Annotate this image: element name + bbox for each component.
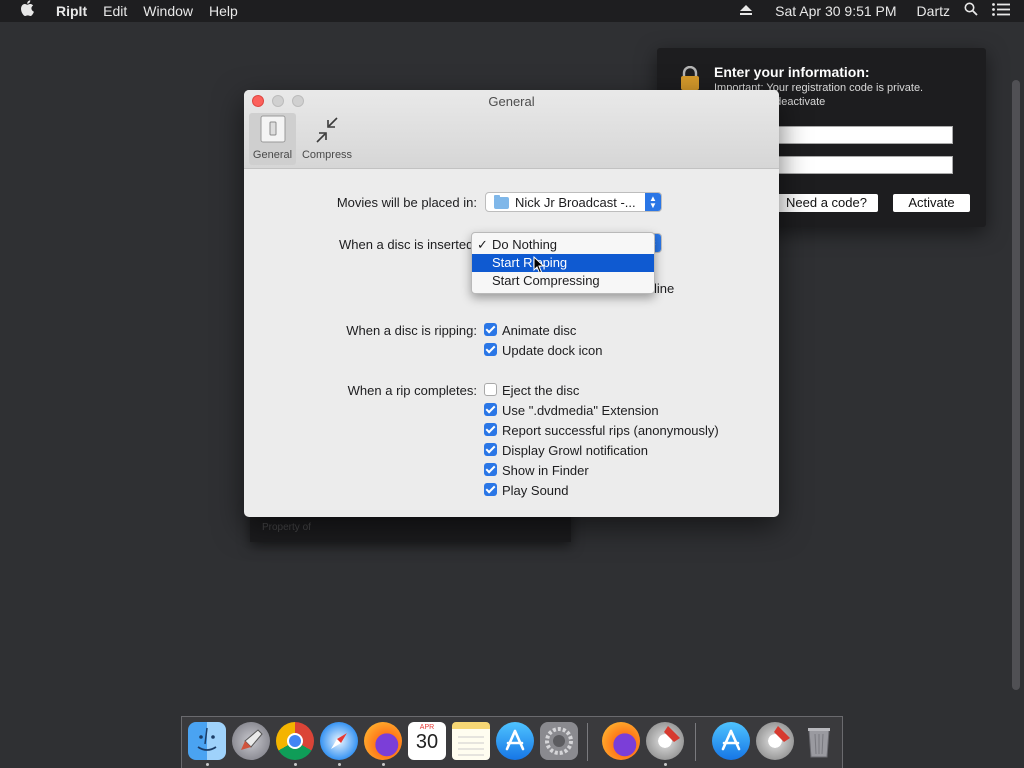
need-code-button[interactable]: Need a code? — [775, 194, 878, 212]
registration-name-field[interactable] — [775, 126, 953, 144]
finder-icon[interactable] — [188, 722, 226, 760]
eject-disc-checkbox[interactable] — [484, 383, 497, 396]
firefox-icon[interactable] — [602, 722, 640, 760]
notes-icon[interactable] — [452, 722, 490, 760]
lock-icon — [681, 66, 699, 90]
compress-arrows-icon — [316, 117, 338, 143]
animate-disc-checkbox[interactable] — [484, 323, 497, 336]
desktop-scrollbar[interactable] — [1012, 80, 1020, 690]
light-switch-icon — [260, 115, 285, 143]
calendar-day: 30 — [415, 731, 439, 753]
dock: APR 30 — [181, 716, 843, 768]
clock[interactable]: Sat Apr 30 9:51 PM — [768, 0, 903, 22]
report-rips-checkbox[interactable] — [484, 423, 497, 436]
calendar-month: APR — [419, 724, 435, 731]
edit-menu[interactable]: Edit — [95, 0, 135, 22]
window-title: General — [488, 94, 535, 109]
show-in-finder-checkbox[interactable] — [484, 463, 497, 476]
ripit-icon[interactable] — [756, 722, 794, 760]
eject-disc-label: Eject the disc — [502, 383, 580, 398]
running-indicator — [382, 763, 385, 766]
activate-button[interactable]: Activate — [893, 194, 970, 212]
firefox-icon[interactable] — [364, 722, 402, 760]
animate-disc-label: Animate disc — [502, 323, 577, 338]
menu-item-start-compressing[interactable]: Start Compressing — [472, 272, 654, 290]
chrome-icon[interactable] — [276, 722, 314, 760]
dock-separator — [587, 723, 588, 761]
running-indicator — [294, 763, 297, 766]
report-rips-label: Report successful rips (anonymously) — [502, 423, 719, 438]
menubar-status-area: Sat Apr 30 9:51 PM Dartz — [732, 0, 1024, 22]
hidden-option-tail: line — [654, 281, 675, 296]
app-store-icon[interactable] — [712, 722, 750, 760]
toolbar-compress-tab[interactable]: Compress — [298, 113, 356, 165]
update-dock-icon-label: Update dock icon — [502, 343, 603, 358]
growl-notification-checkbox[interactable] — [484, 443, 497, 456]
trash-icon[interactable] — [800, 722, 838, 760]
checkmark-icon: ✓ — [477, 237, 488, 252]
menu-bar: RipIt Edit Window Help Sat Apr 30 9:51 P… — [0, 0, 1024, 22]
notification-center-icon[interactable] — [985, 0, 1024, 22]
movies-location-popup[interactable]: Nick Jr Broadcast -... ▲ ▼ — [485, 192, 662, 212]
folder-icon — [494, 195, 509, 209]
menu-item-start-ripping[interactable]: Start Ripping — [472, 254, 654, 272]
system-preferences-icon[interactable] — [540, 722, 578, 760]
movies-location-value: Nick Jr Broadcast -... — [515, 195, 636, 210]
ripping-label: When a disc is ripping: — [346, 323, 477, 338]
play-sound-checkbox[interactable] — [484, 483, 497, 496]
help-menu[interactable]: Help — [201, 0, 246, 22]
growl-notification-label: Display Growl notification — [502, 443, 648, 458]
update-dock-icon-checkbox[interactable] — [484, 343, 497, 356]
mouse-cursor-icon — [533, 256, 545, 274]
menu-item-do-nothing[interactable]: ✓ Do Nothing — [472, 236, 654, 254]
window-menu[interactable]: Window — [135, 0, 201, 22]
running-indicator — [206, 763, 209, 766]
popup-arrows-icon: ▲▼ — [645, 193, 661, 211]
safari-icon[interactable] — [320, 722, 358, 760]
app-menu[interactable]: RipIt — [48, 0, 95, 22]
window-titlebar[interactable]: General General Compress — [244, 90, 779, 169]
user-menu[interactable]: Dartz — [910, 0, 957, 22]
dvdmedia-extension-label: Use ".dvdmedia" Extension — [502, 403, 659, 418]
launchpad-icon[interactable] — [232, 722, 270, 760]
running-indicator — [664, 763, 667, 766]
disc-inserted-menu: ✓ Do Nothing Start Ripping Start Compres… — [471, 232, 655, 294]
show-in-finder-label: Show in Finder — [502, 463, 589, 478]
rip-completes-label: When a rip completes: — [347, 383, 477, 398]
disc-inserted-label: When a disc is inserted: — [338, 237, 477, 252]
running-indicator — [338, 763, 341, 766]
registration-title: Enter your information: — [714, 64, 870, 80]
general-preferences-window: General General Compress Movies will be … — [244, 90, 779, 517]
eject-icon[interactable] — [732, 0, 760, 22]
apple-menu-icon[interactable] — [12, 0, 42, 22]
background-window-text: Property of — [262, 522, 311, 533]
calendar-icon[interactable]: APR 30 — [408, 722, 446, 760]
dock-separator — [695, 723, 696, 761]
registration-code-field[interactable] — [775, 156, 953, 174]
dvdmedia-extension-checkbox[interactable] — [484, 403, 497, 416]
spotlight-search-icon[interactable] — [957, 0, 985, 22]
movies-location-label: Movies will be placed in: — [336, 195, 477, 210]
toolbar-general-tab[interactable]: General — [249, 113, 296, 165]
play-sound-label: Play Sound — [502, 483, 569, 498]
app-store-icon[interactable] — [496, 722, 534, 760]
ripit-icon[interactable] — [646, 722, 684, 760]
